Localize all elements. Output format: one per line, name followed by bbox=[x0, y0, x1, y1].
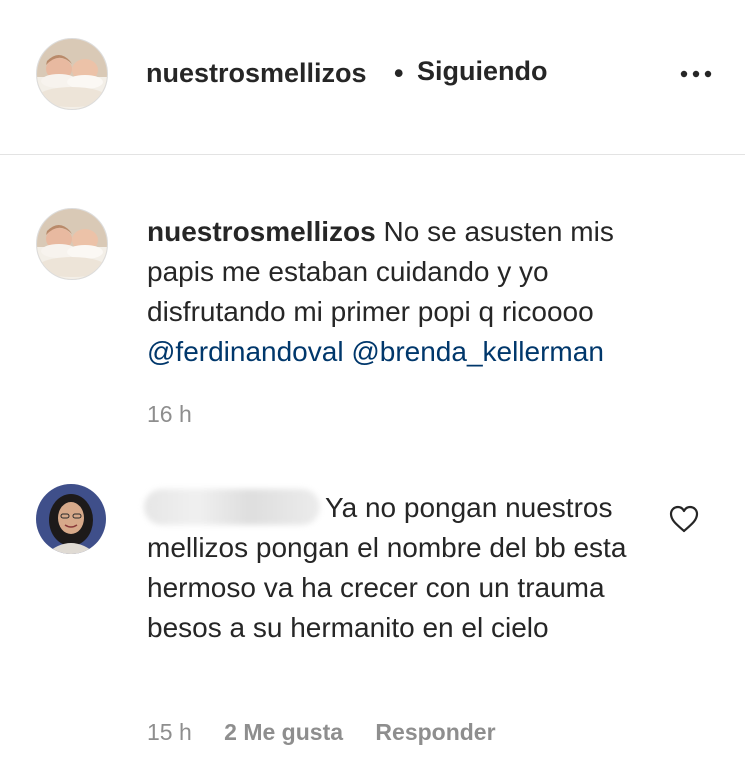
profile-avatar[interactable] bbox=[36, 38, 108, 110]
reply-button[interactable]: Responder bbox=[375, 719, 495, 746]
reply-timestamp[interactable]: 15 h bbox=[147, 719, 192, 746]
reply-meta: 15 h 2 Me gusta Responder bbox=[147, 719, 496, 746]
header-username[interactable]: nuestrosmellizos bbox=[146, 58, 367, 89]
heart-outline-icon[interactable] bbox=[668, 504, 700, 534]
caption-username[interactable]: nuestrosmellizos bbox=[147, 216, 376, 247]
following-button[interactable]: Siguiendo bbox=[417, 56, 548, 87]
woman-photo bbox=[36, 484, 106, 554]
likes-count[interactable]: 2 Me gusta bbox=[224, 719, 343, 746]
twins-photo bbox=[37, 209, 107, 279]
more-horizontal-icon[interactable] bbox=[678, 62, 714, 86]
reply-text: Ya no pongan nuestros mellizos pongan el… bbox=[147, 488, 647, 648]
caption-avatar[interactable] bbox=[36, 208, 108, 280]
twins-photo bbox=[37, 39, 107, 109]
mention-link[interactable]: @brenda_kellerman bbox=[351, 336, 604, 367]
mention-link[interactable]: @ferdinandoval bbox=[147, 336, 344, 367]
caption-text: nuestrosmellizos No se asusten mis papis… bbox=[147, 212, 687, 372]
caption-timestamp[interactable]: 16 h bbox=[147, 401, 192, 428]
post-header: nuestrosmellizos • Siguiendo bbox=[0, 0, 745, 155]
reply-body: Ya no pongan nuestros mellizos pongan el… bbox=[147, 492, 627, 643]
commenter-avatar[interactable] bbox=[36, 484, 106, 554]
separator-dot: • bbox=[394, 58, 404, 88]
